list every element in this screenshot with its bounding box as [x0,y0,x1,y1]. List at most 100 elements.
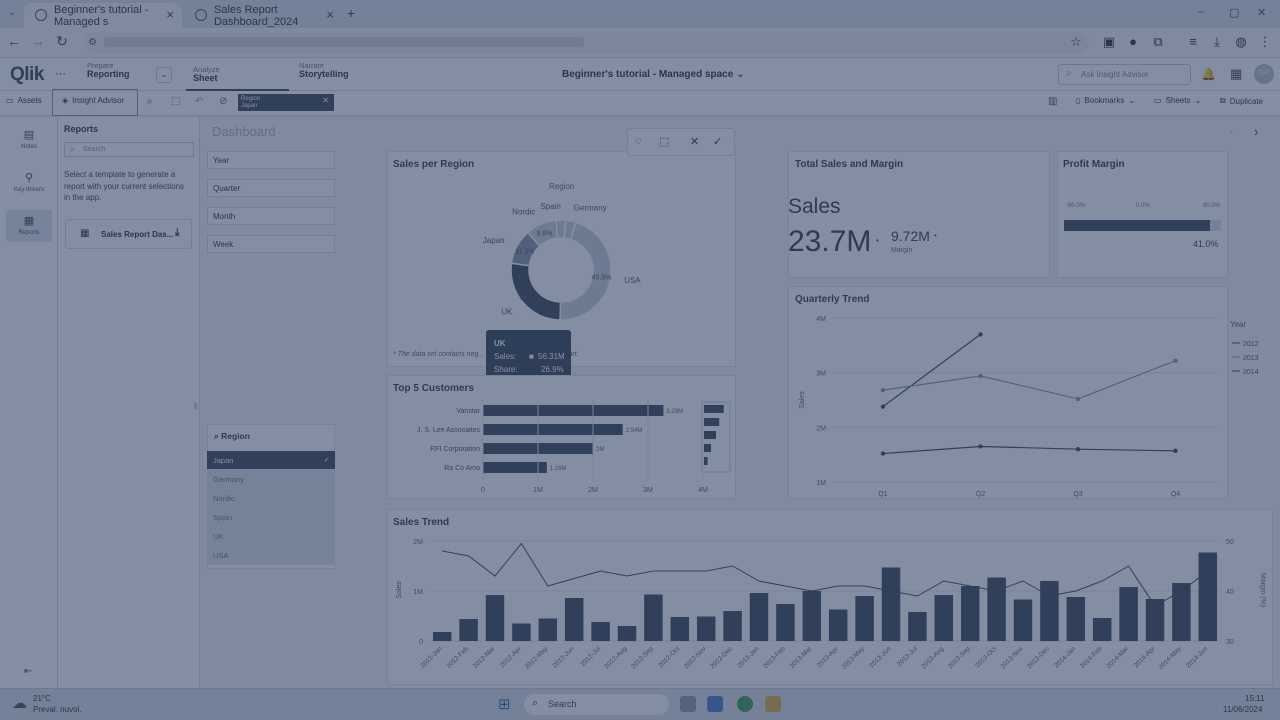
series-point [1075,447,1081,452]
lasso-icon[interactable]: ◌ [635,135,642,147]
x-tick-label: 2012-Dec [709,645,734,670]
extension-icon[interactable]: ▣ [1102,35,1116,49]
sales-bar [855,596,874,641]
x-tick-label: 2013-Feb [762,645,787,670]
x-tick-label: 2012-Feb [445,645,470,670]
chevron-down-icon[interactable]: ⌄ [156,67,172,83]
more-icon[interactable]: ⋯ [55,67,66,80]
tab-search-icon[interactable]: ⌄ [8,7,16,18]
kpi-value: 23.7M [788,225,872,258]
smart-search-icon[interactable]: ⌕ [147,96,153,107]
customer-value-label: 2.54M [626,428,643,434]
cancel-selection-icon[interactable]: ✕ [690,135,699,148]
sales-bar [987,577,1006,641]
browser-tab[interactable]: Sales Report Dashboard_2024 × [184,3,342,28]
y-tick-label: 3M [816,371,826,378]
forward-icon[interactable]: → [28,33,48,49]
prev-sheet-icon[interactable]: ‹ [1230,126,1233,137]
app-icon[interactable] [707,696,723,712]
avatar[interactable]: GP [1254,64,1274,84]
maximize-button[interactable]: ▢ [1229,6,1239,19]
tab-close-icon[interactable]: × [326,7,334,22]
ask-insight-advisor-input[interactable]: ⌕ Ask Insight Advisor [1058,64,1191,85]
start-icon[interactable]: ⊞ [498,695,511,713]
download-icon[interactable]: ⤓ [175,227,179,238]
y2-axis-label: Margin (%) [1259,573,1266,607]
tab-close-icon[interactable]: × [166,7,174,22]
puzzle-icon[interactable]: ⧉ [1151,35,1165,49]
browser-tab-active[interactable]: Beginner's tutorial - Managed s × [24,3,182,28]
new-tab-button[interactable]: + [347,5,355,21]
sales-bar [432,632,452,641]
rail-item-key-drivers[interactable]: ⚲ Key drivers [0,171,58,193]
nav-narrate[interactable]: Narrate Storytelling [299,61,349,80]
list-item[interactable]: Japan ✓ [207,451,335,470]
sales-bar [644,594,663,641]
list-item[interactable]: Spain [207,508,335,527]
notification-bell-icon[interactable]: 🔔 [1201,67,1216,81]
report-template-item[interactable]: ▦ Sales Report Das... ⤓ [65,219,192,249]
tab-favicon-icon [35,9,47,21]
duplicate-button[interactable]: ⧉ Duplicate [1220,96,1263,106]
rail-item-reports[interactable]: ▦ Reports [0,214,58,236]
selections-tool-icon[interactable]: ⬚ [171,96,180,107]
next-sheet-icon[interactable]: › [1254,124,1258,139]
back-icon[interactable]: ← [4,33,24,49]
nav-prepare[interactable]: Prepare Reporting [87,61,130,80]
list-item[interactable]: USA [207,546,335,565]
filter-week[interactable]: Week [207,235,335,253]
x-tick-label: 2013-Apr [816,645,840,669]
panel-search-input[interactable]: ⌕ Search [64,142,194,157]
select-area-icon[interactable]: ⬚ [659,135,669,148]
sales-bar [512,623,531,641]
task-view-icon[interactable] [680,696,696,712]
list-item[interactable]: Nordic [207,489,335,508]
y2-tick-label: 40 [1226,589,1234,596]
step-back-icon[interactable]: ↶ [195,96,203,107]
selection-chip-region[interactable]: Region Japan ✕ [238,94,334,111]
x-tick-label: Q2 [976,491,985,498]
panel-resize-handle[interactable]: ‖ [194,402,197,411]
pie-category-label: Japan [483,236,505,245]
customer-value-label: 2M [596,447,604,453]
sheets-label: Sheets [1165,96,1191,105]
minimize-button[interactable]: – [1198,6,1204,18]
layout-icon[interactable]: ▥ [1048,96,1057,107]
x-tick-label: 2013-Aug [920,645,945,670]
browser-menu-icon[interactable]: ⋮ [1258,35,1272,49]
collapse-rail-icon[interactable]: ⇤ [24,666,32,677]
close-icon[interactable]: ✕ [322,96,329,106]
browser-profile-icon[interactable]: ◍ [1234,35,1248,49]
confirm-selection-icon[interactable]: ✓ [713,135,722,148]
assets-button[interactable]: ▭ Assets [6,96,42,105]
rail-item-notes[interactable]: ▤ Notes [0,128,58,150]
download-icon[interactable]: ⤓ [1210,35,1224,49]
bookmarks-button[interactable]: ▯ Bookmarks ⌄ [1076,96,1135,105]
chrome-icon[interactable] [737,696,753,712]
close-window-button[interactable]: ✕ [1257,6,1266,19]
sales-bar [1119,587,1138,641]
profile-circle-icon[interactable]: ● [1126,35,1140,49]
weather-icon[interactable]: ☁ [12,694,27,712]
list-item[interactable]: Germany [207,470,335,489]
nav-analyze[interactable]: Analyze Sheet [186,62,289,91]
filter-month[interactable]: Month [207,207,335,225]
file-explorer-icon[interactable] [765,696,781,712]
filter-year[interactable]: Year [207,151,335,169]
bookmark-star-icon[interactable]: ☆ [1069,35,1083,49]
sheets-button[interactable]: ▭ Sheets ⌄ [1154,96,1201,105]
app-grid-icon[interactable]: ▦ [1230,66,1242,82]
list-item[interactable]: UK [207,527,335,546]
filter-quarter[interactable]: Quarter [207,179,335,197]
site-info-icon[interactable]: ⚙ [88,37,97,48]
qlik-logo[interactable]: Qlik [10,64,44,86]
taskbar-search[interactable]: ⌕ Search [524,694,669,715]
sales-bar [1013,599,1033,641]
clear-selections-icon[interactable]: ⊘ [219,96,227,107]
x-tick-label: Q1 [878,491,887,498]
media-icon[interactable]: ≡ [1186,35,1200,49]
app-title[interactable]: Beginner's tutorial - Managed space ⌄ [562,69,744,80]
mini-bar [704,457,708,465]
reload-icon[interactable]: ↻ [52,33,72,50]
x-tick-label: 2014-Jun [1185,645,1209,669]
